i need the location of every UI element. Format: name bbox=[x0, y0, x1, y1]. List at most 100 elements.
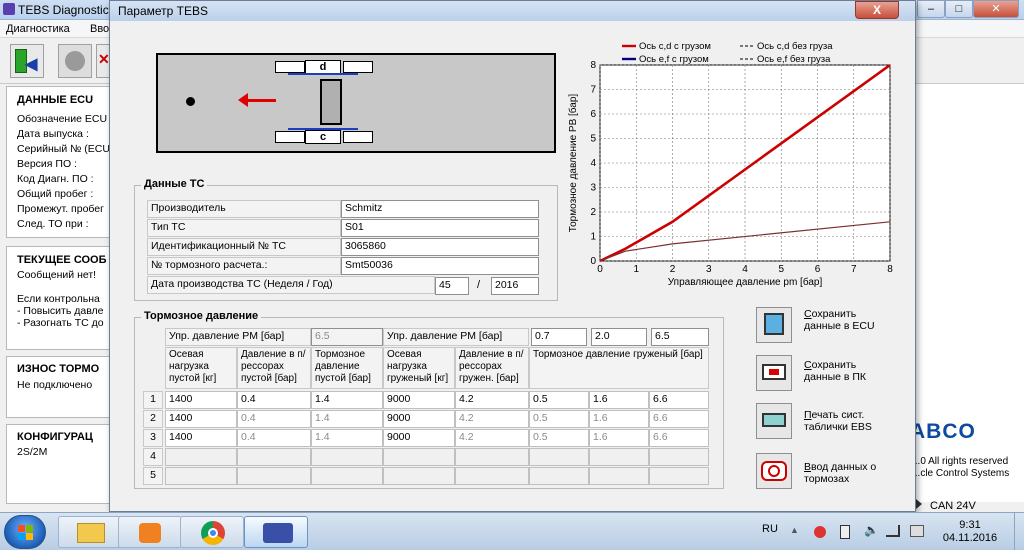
exit-button[interactable]: ◀ bbox=[10, 44, 44, 78]
y-tick-label: 6 bbox=[590, 109, 596, 120]
y-tick-label: 0 bbox=[590, 256, 596, 267]
brake-cell[interactable]: 9000 bbox=[383, 391, 455, 409]
brake-cell[interactable]: 0.5 bbox=[529, 391, 589, 409]
menu-diagnostics[interactable]: Диагностика bbox=[6, 23, 70, 35]
header-loaded-bellows: Давление в п/рессорах гружен. [бар] bbox=[455, 347, 529, 389]
brake-cell[interactable]: 6.6 bbox=[649, 410, 709, 428]
current-line: - Разогнать ТС до bbox=[17, 317, 104, 329]
brake-cell bbox=[165, 467, 237, 485]
brake-cell[interactable]: 0.4 bbox=[237, 410, 311, 428]
brake-cell[interactable]: 6.6 bbox=[649, 429, 709, 447]
brake-cell bbox=[237, 448, 311, 466]
manufacturer-field[interactable]: Schmitz bbox=[341, 200, 539, 218]
y-tick-label: 1 bbox=[590, 232, 596, 243]
brake-cell[interactable]: 1.4 bbox=[311, 410, 383, 428]
brake-cell[interactable]: 0.5 bbox=[529, 410, 589, 428]
tray-device-icon[interactable] bbox=[840, 525, 850, 539]
brake-input-button[interactable] bbox=[756, 453, 792, 489]
wear-panel: ИЗНОС ТОРМО Не подключено bbox=[6, 356, 110, 418]
main-close-icon[interactable]: ✕ bbox=[973, 0, 1019, 18]
brake-cell[interactable]: 9000 bbox=[383, 410, 455, 428]
taskbar-media[interactable] bbox=[118, 516, 182, 548]
brake-cell bbox=[529, 467, 589, 485]
brake-cell[interactable]: 1.4 bbox=[311, 391, 383, 409]
save-pc-arrow-icon bbox=[769, 369, 779, 375]
row-number: 3 bbox=[143, 429, 163, 447]
minimize-icon[interactable]: – bbox=[917, 0, 945, 18]
delete-button[interactable]: ✕ bbox=[96, 44, 110, 78]
print-button[interactable] bbox=[756, 403, 792, 439]
y-tick-label: 5 bbox=[590, 134, 596, 145]
production-week-field[interactable]: 45 bbox=[435, 277, 469, 295]
brake-cell[interactable]: 4.2 bbox=[455, 391, 529, 409]
vin-field[interactable]: 3065860 bbox=[341, 238, 539, 256]
brake-cell[interactable]: 9000 bbox=[383, 429, 455, 447]
brake-calc-field[interactable]: Smt50036 bbox=[341, 257, 539, 275]
tray-alert-icon[interactable] bbox=[814, 526, 826, 538]
date-separator: / bbox=[477, 279, 481, 291]
save-pc-button[interactable] bbox=[756, 355, 792, 391]
start-button[interactable] bbox=[4, 515, 46, 549]
maximize-icon[interactable]: □ bbox=[945, 0, 973, 18]
save-ecu-button[interactable] bbox=[756, 307, 792, 343]
ecu-field: Промежут. пробег bbox=[17, 203, 104, 215]
taskbar-tebs[interactable] bbox=[244, 516, 308, 548]
brake-cell[interactable]: 6.6 bbox=[649, 391, 709, 409]
x-tick-label: 1 bbox=[633, 264, 639, 275]
print-text[interactable]: Печать сист. таблички EBS bbox=[804, 409, 884, 433]
brake-disc-icon bbox=[768, 465, 780, 477]
vehicle-type-field[interactable]: S01 bbox=[341, 219, 539, 237]
tool-button[interactable] bbox=[58, 44, 92, 78]
taskbar: RU ▲ 🔈 9:31 04.11.2016 bbox=[0, 512, 1024, 550]
center-dot-icon bbox=[186, 97, 195, 106]
legend-label: Ось c,d без груза bbox=[757, 41, 833, 52]
clock[interactable]: 9:31 04.11.2016 bbox=[942, 519, 998, 545]
brake-cell[interactable]: 1.6 bbox=[589, 410, 649, 428]
tray-expand-icon[interactable]: ▲ bbox=[790, 525, 799, 535]
taskbar-chrome[interactable] bbox=[180, 516, 244, 548]
language-indicator[interactable]: RU bbox=[762, 523, 778, 535]
save-ecu-text[interactable]: Сохранить данные в ECU bbox=[804, 308, 884, 332]
brake-cell[interactable]: 1.6 bbox=[589, 391, 649, 409]
brake-input-text[interactable]: Ввод данных о тормозах bbox=[804, 461, 884, 485]
pm-loaded-1[interactable]: 0.7 bbox=[531, 328, 587, 346]
brake-cell[interactable]: 4.2 bbox=[455, 429, 529, 447]
production-year-field[interactable]: 2016 bbox=[491, 277, 539, 295]
copyright-text: ...0 All rights reserved bbox=[912, 456, 1009, 467]
brake-cell bbox=[589, 448, 649, 466]
brake-cell[interactable]: 1.6 bbox=[589, 429, 649, 447]
save-ecu-icon bbox=[764, 313, 784, 335]
brake-cell bbox=[649, 467, 709, 485]
show-desktop-button[interactable] bbox=[1014, 513, 1024, 550]
row-number: 2 bbox=[143, 410, 163, 428]
x-tick-label: 3 bbox=[706, 264, 712, 275]
brake-cell[interactable]: 1.4 bbox=[311, 429, 383, 447]
dialog-close-button[interactable]: X bbox=[855, 1, 899, 19]
brake-cell bbox=[649, 448, 709, 466]
vehicle-diagram: d c bbox=[156, 53, 556, 153]
chrome-center bbox=[208, 528, 218, 538]
menu-input[interactable]: Вво bbox=[90, 23, 109, 35]
folder-icon bbox=[77, 523, 105, 543]
taskbar-explorer[interactable] bbox=[58, 516, 122, 548]
brake-cell[interactable]: 1400 bbox=[165, 429, 237, 447]
pm-loaded-2[interactable]: 2.0 bbox=[591, 328, 647, 346]
vin-label: Идентификационный № ТС bbox=[147, 238, 341, 256]
brake-cell[interactable]: 4.2 bbox=[455, 410, 529, 428]
save-pc-text[interactable]: Сохранить данные в ПК bbox=[804, 359, 884, 383]
brake-cell bbox=[383, 467, 455, 485]
brake-cell[interactable]: 0.4 bbox=[237, 429, 311, 447]
action-center-icon[interactable] bbox=[910, 525, 924, 537]
brake-cell[interactable]: 0.4 bbox=[237, 391, 311, 409]
brake-cell[interactable]: 0.5 bbox=[529, 429, 589, 447]
company-text: ...cle Control Systems bbox=[912, 468, 1010, 479]
brake-cell[interactable]: 1400 bbox=[165, 391, 237, 409]
brake-input-accel: В bbox=[804, 461, 812, 473]
pm-loaded-3[interactable]: 6.5 bbox=[651, 328, 709, 346]
brake-cell[interactable]: 1400 bbox=[165, 410, 237, 428]
pm-label-loaded: Упр. давление PM [бар] bbox=[383, 328, 529, 346]
y-tick-label: 7 bbox=[590, 85, 596, 96]
header-empty-bellows: Давление в п/рессорах пустой [бар] bbox=[237, 347, 311, 389]
network-icon[interactable] bbox=[886, 525, 900, 537]
volume-icon[interactable]: 🔈 bbox=[864, 523, 879, 537]
